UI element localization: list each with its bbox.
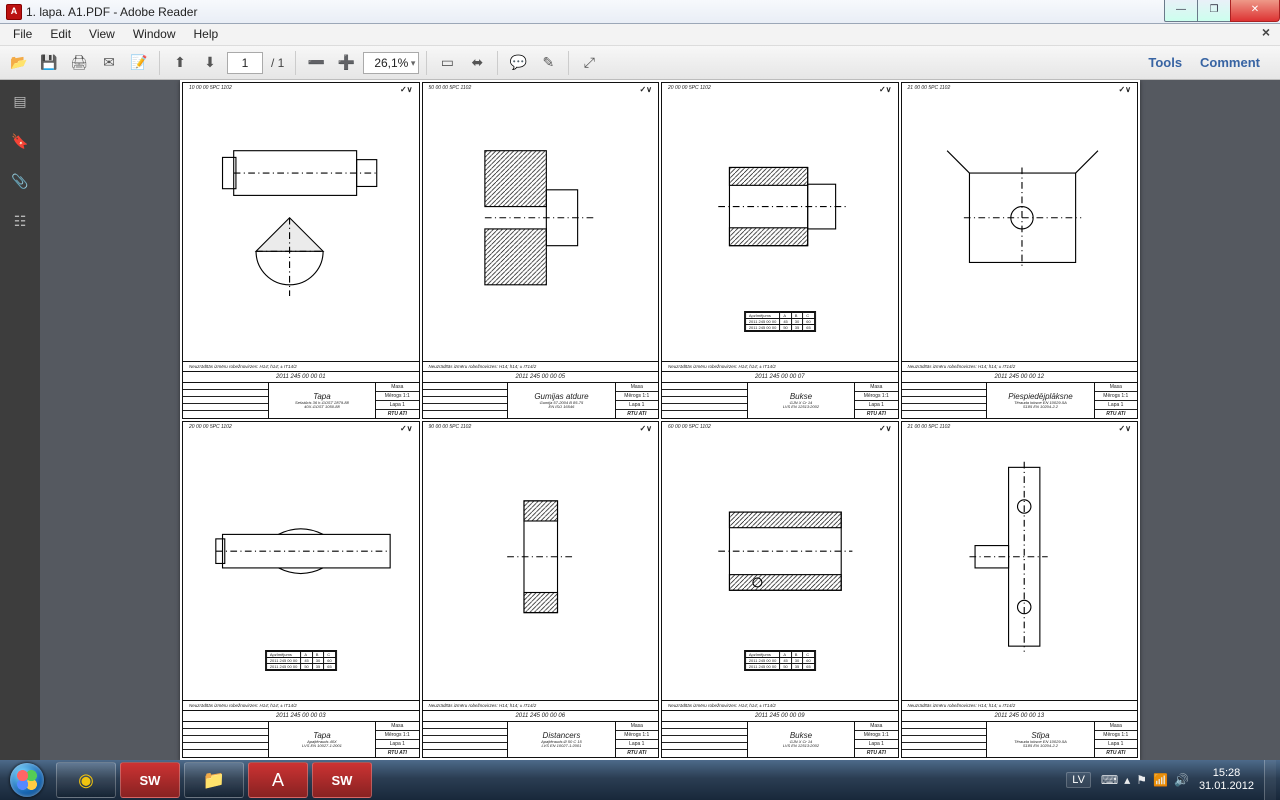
convert-icon[interactable]: 📝 [126, 50, 152, 76]
app-icon: A [6, 4, 22, 20]
clock-date: 31.01.2012 [1199, 780, 1254, 793]
start-button[interactable] [0, 760, 54, 800]
drawing-cell: 20 00 00 5РС 1102✓∨ ApzīmējumsABC2011 24… [661, 82, 899, 419]
tools-button[interactable]: Tools [1148, 55, 1182, 70]
task-adobe[interactable]: A [248, 762, 308, 798]
open-icon[interactable]: 📂 [6, 50, 32, 76]
task-explorer[interactable]: 📁 [184, 762, 244, 798]
drawing-cell: 10 00 00 5РС 1102✓∨ Neuzrādītās izmēru r… [182, 82, 420, 419]
tray-icon[interactable]: ⌨ [1101, 773, 1118, 787]
window-title: 1. lapa. A1.PDF - Adobe Reader [26, 5, 197, 19]
drawing-cell: 21 00 00 5РС 1102✓∨ Neuzrādītās izmēru r… [901, 82, 1139, 419]
document-viewport[interactable]: 10 00 00 5РС 1102✓∨ Neuzrādītās izmēru r… [40, 80, 1280, 760]
menu-view[interactable]: View [80, 24, 124, 45]
zoom-in-icon[interactable]: ➕ [333, 50, 359, 76]
task-solidworks2[interactable]: SW [312, 762, 372, 798]
tray-up-icon[interactable]: ▴ [1124, 773, 1130, 787]
show-desktop-button[interactable] [1264, 760, 1276, 800]
clock-time: 15:28 [1199, 767, 1254, 780]
separator [159, 51, 160, 75]
close-doc-button[interactable]: × [1252, 24, 1280, 45]
task-chrome[interactable]: ◉ [56, 762, 116, 798]
taskbar: ◉ SW 📁 A SW LV ⌨ ▴ ⚑ 📶 🔊 15:28 31.01.2012 [0, 760, 1280, 800]
toolbar: 📂 💾 🖨 ✉ 📝 ⬆ ⬇ 1 / 1 ➖ ➕ 26,1% ▭ ⬌ 💬 ✎ ⤢ … [0, 46, 1280, 80]
close-button[interactable]: ✕ [1230, 0, 1280, 22]
minimize-button[interactable]: — [1164, 0, 1198, 22]
layers-icon[interactable]: ☷ [9, 210, 31, 232]
tray-icons[interactable]: ⌨ ▴ ⚑ 📶 🔊 [1101, 773, 1189, 787]
drawing-cell: 20 00 00 5РС 1102✓∨ ApzīmējumsABC2011 24… [182, 421, 420, 758]
page-up-icon[interactable]: ⬆ [167, 50, 193, 76]
nav-rail: ▤ 🔖 📎 ☷ [0, 80, 40, 760]
maximize-button[interactable]: ❐ [1197, 0, 1231, 22]
bookmarks-icon[interactable]: 🔖 [9, 130, 31, 152]
drawing-cell: 21 00 00 5РС 1102✓∨ Neuzrādītās izmēru r… [901, 421, 1139, 758]
windows-orb-icon [10, 763, 44, 797]
highlight-icon[interactable]: ✎ [535, 50, 561, 76]
page-down-icon[interactable]: ⬇ [197, 50, 223, 76]
clock[interactable]: 15:28 31.01.2012 [1199, 767, 1254, 793]
drawing-cell: 90 00 00 5РС 1102✓∨ Neuzrādītās izmēru r… [422, 421, 660, 758]
volume-icon[interactable]: 🔊 [1174, 773, 1189, 787]
language-indicator[interactable]: LV [1066, 772, 1091, 788]
separator [295, 51, 296, 75]
network-icon[interactable]: 📶 [1153, 773, 1168, 787]
separator [568, 51, 569, 75]
drawing-cell: 60 00 00 5РС 1102✓∨ ApzīmējumsABC2011 24… [661, 421, 899, 758]
page-input[interactable]: 1 [227, 52, 263, 74]
task-solidworks[interactable]: SW [120, 762, 180, 798]
pdf-page: 10 00 00 5РС 1102✓∨ Neuzrādītās izmēru r… [180, 80, 1140, 760]
fit-page-icon[interactable]: ▭ [434, 50, 460, 76]
menu-help[interactable]: Help [185, 24, 228, 45]
zoom-select[interactable]: 26,1% [363, 52, 419, 74]
print-icon[interactable]: 🖨 [66, 50, 92, 76]
separator [426, 51, 427, 75]
comment-icon[interactable]: 💬 [505, 50, 531, 76]
flag-icon[interactable]: ⚑ [1136, 773, 1147, 787]
system-tray: LV ⌨ ▴ ⚑ 📶 🔊 15:28 31.01.2012 [1066, 760, 1280, 800]
menu-file[interactable]: File [4, 24, 41, 45]
thumbnails-icon[interactable]: ▤ [9, 90, 31, 112]
menu-bar: File Edit View Window Help × [0, 24, 1280, 46]
zoom-out-icon[interactable]: ➖ [303, 50, 329, 76]
drawing-cell: 50 00 00 5РС 1102✓∨ Neuzrādītās izmēru r… [422, 82, 660, 419]
menu-edit[interactable]: Edit [41, 24, 80, 45]
fit-width-icon[interactable]: ⬌ [464, 50, 490, 76]
read-mode-icon[interactable]: ⤢ [576, 50, 602, 76]
attachments-icon[interactable]: 📎 [9, 170, 31, 192]
menu-window[interactable]: Window [124, 24, 185, 45]
email-icon[interactable]: ✉ [96, 50, 122, 76]
separator [497, 51, 498, 75]
page-total: / 1 [271, 56, 284, 70]
save-icon[interactable]: 💾 [36, 50, 62, 76]
window-titlebar: A 1. lapa. A1.PDF - Adobe Reader — ❐ ✕ [0, 0, 1280, 24]
comment-button[interactable]: Comment [1200, 55, 1260, 70]
